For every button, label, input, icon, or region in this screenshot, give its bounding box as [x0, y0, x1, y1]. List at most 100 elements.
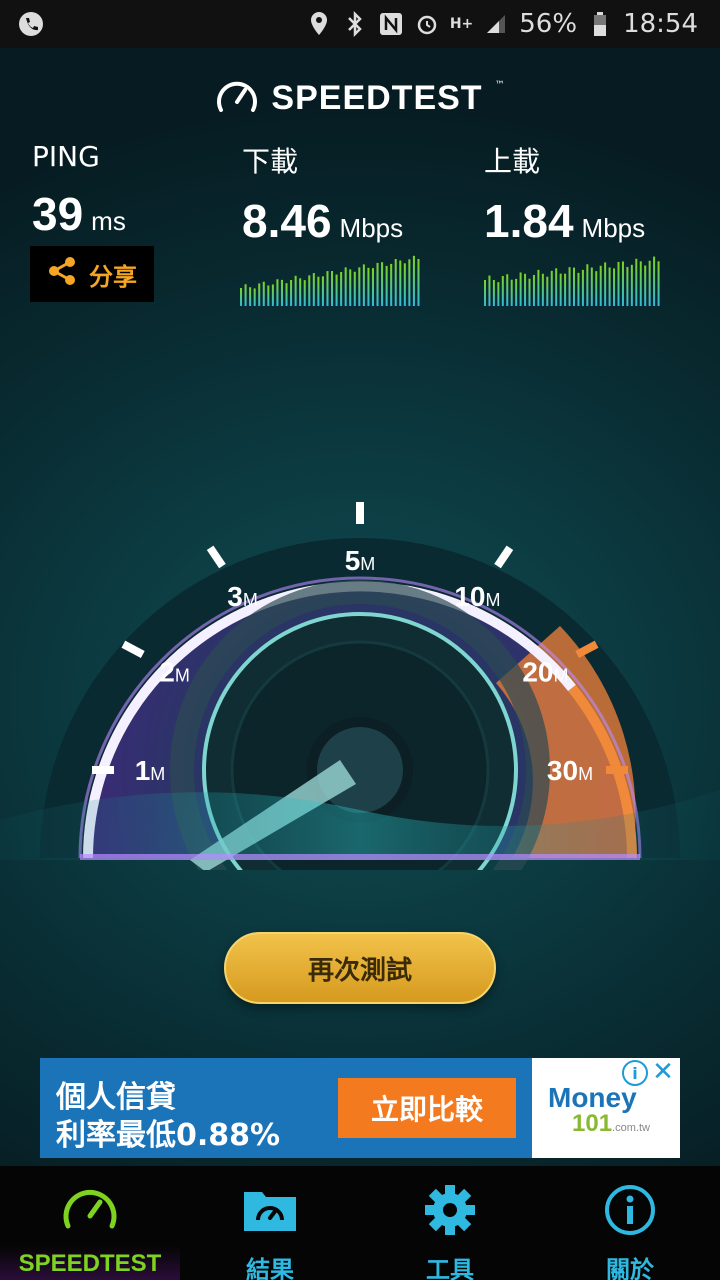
graph-bar [537, 269, 540, 306]
graph-bar [510, 279, 513, 306]
trademark: ™ [494, 80, 505, 91]
graph-bar [385, 265, 388, 306]
ad-close-icon[interactable]: ✕ [650, 1057, 676, 1087]
graph-bar [367, 267, 370, 306]
graph-bar [267, 285, 270, 306]
tab-speedtest[interactable]: SPEEDTEST [0, 1166, 180, 1280]
tab-tools[interactable]: 工具 [360, 1166, 540, 1280]
graph-bar [262, 281, 265, 306]
graph-bar [280, 279, 283, 306]
graph-bar [258, 283, 261, 306]
gear-icon [420, 1182, 480, 1242]
share-label: 分享 [89, 262, 137, 291]
graph-bar [331, 271, 334, 306]
clock-time: 18:54 [623, 9, 698, 39]
graph-bar [519, 272, 522, 306]
graph-bar [581, 269, 584, 306]
graph-bar [488, 275, 491, 306]
graph-bar [590, 267, 593, 306]
ad-content[interactable]: 個人信貸 利率最低0.88% 立即比較 [40, 1058, 532, 1158]
phone-call-icon [18, 11, 44, 37]
graph-bar [294, 275, 297, 306]
battery-percent: 56% [519, 9, 578, 39]
download-graph [240, 255, 420, 306]
graph-bar [484, 280, 487, 306]
graph-bar [349, 269, 352, 306]
speedometer-icon [60, 1182, 120, 1242]
download-unit: Mbps [339, 213, 404, 243]
graph-bar [657, 261, 660, 306]
graph-bar [617, 261, 620, 306]
speed-gauge: 1M2M3M5M10M20M30M [0, 502, 720, 870]
ping-result: PING 39 ms [32, 140, 126, 241]
graph-bar [240, 288, 243, 306]
graph-bar [564, 273, 567, 306]
graph-bar [524, 273, 527, 306]
ping-label: PING [32, 140, 100, 173]
graph-bar [621, 261, 624, 306]
share-button[interactable]: 分享 [30, 246, 154, 302]
app-title: SPEEDTEST [271, 78, 483, 117]
graph-bar [506, 274, 509, 306]
graph-bar [303, 280, 306, 306]
graph-bar [335, 274, 338, 306]
graph-bar [326, 271, 329, 306]
graph-bar [541, 273, 544, 306]
graph-bar [276, 279, 279, 306]
graph-bar [528, 278, 531, 306]
graph-bar [358, 267, 361, 306]
gauge-tick [206, 545, 226, 569]
nfc-icon [378, 11, 404, 37]
graph-bar [312, 273, 315, 306]
tab-speedtest-label: SPEEDTEST [18, 1250, 162, 1277]
status-bar: H+ 56% 18:54 [0, 0, 720, 48]
graph-bar [515, 278, 518, 306]
graph-bar [408, 259, 411, 306]
graph-bar [290, 279, 293, 306]
graph-bar [285, 283, 288, 306]
graph-bar [321, 276, 324, 306]
graph-bar [390, 263, 393, 306]
tab-tools-label: 工具 [426, 1257, 474, 1280]
tab-about[interactable]: 關於 [540, 1166, 720, 1280]
graph-bar [399, 260, 402, 306]
retest-button[interactable]: 再次測試 [224, 932, 496, 1004]
graph-bar [362, 264, 365, 306]
graph-bar [635, 258, 638, 306]
graph-bar [253, 288, 256, 306]
graph-bar [532, 274, 535, 306]
graph-bar [412, 255, 415, 306]
ping-unit: ms [91, 206, 126, 236]
upload-graph [484, 256, 660, 306]
graph-bar [353, 271, 356, 306]
graph-bar [299, 278, 302, 306]
download-result: 下載 8.46 Mbps [242, 140, 403, 248]
graph-bar [340, 271, 343, 306]
share-icon [47, 256, 77, 292]
tab-results-label: 結果 [246, 1257, 294, 1280]
graph-bar [249, 287, 252, 306]
network-type-icon: H+ [449, 16, 474, 32]
ad-logo-panel[interactable]: Money 101.com.tw i ✕ [532, 1057, 680, 1158]
ping-value: 39 [32, 188, 84, 240]
graph-bar [559, 273, 562, 306]
upload-result: 上載 1.84 Mbps [484, 140, 645, 248]
graph-bar [613, 268, 616, 306]
graph-bar [555, 268, 558, 306]
ad-banner[interactable]: 個人信貸 利率最低0.88% 立即比較 Money 101.com.tw i ✕ [40, 1057, 680, 1158]
graph-bar [550, 270, 553, 306]
bluetooth-icon [342, 11, 368, 37]
tab-results[interactable]: 結果 [180, 1166, 360, 1280]
graph-bar [244, 284, 247, 306]
graph-bar [568, 267, 571, 306]
graph-bar [492, 279, 495, 306]
graph-bar [586, 264, 589, 306]
ad-info-icon[interactable]: i [622, 1060, 648, 1086]
graph-bar [344, 267, 347, 306]
graph-bar [394, 258, 397, 306]
alarm-icon [414, 11, 440, 37]
graph-bar [417, 258, 420, 306]
graph-bar [639, 261, 642, 306]
upload-unit: Mbps [581, 213, 646, 243]
ad-cta-button[interactable]: 立即比較 [338, 1078, 516, 1138]
